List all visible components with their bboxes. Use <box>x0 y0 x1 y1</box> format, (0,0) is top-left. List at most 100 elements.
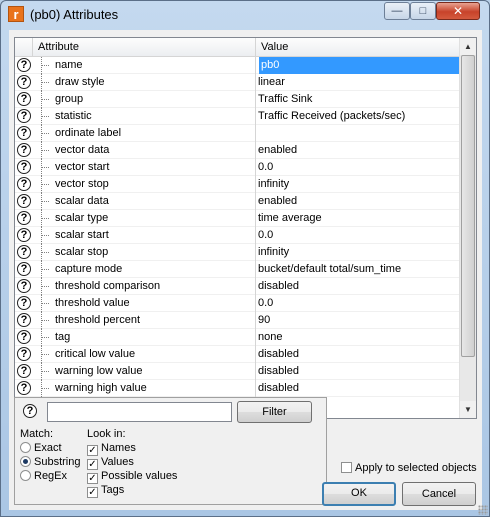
attribute-value[interactable]: time average <box>256 210 460 227</box>
attribute-value[interactable]: disabled <box>256 380 460 397</box>
help-icon[interactable]: ? <box>17 177 31 191</box>
table-row[interactable]: ? vector data enabled <box>15 142 460 159</box>
attributes-dialog: r (pb0) Attributes — □ ✕ Attribute Value… <box>0 0 490 517</box>
scroll-down-arrow[interactable]: ▼ <box>460 401 476 418</box>
help-icon[interactable]: ? <box>17 126 31 140</box>
attribute-value[interactable]: enabled <box>256 142 460 159</box>
filter-button[interactable]: Filter <box>237 401 312 423</box>
help-icon[interactable]: ? <box>17 194 31 208</box>
attribute-cell: scalar stop <box>33 244 256 261</box>
attribute-value[interactable]: infinity <box>256 244 460 261</box>
help-icon[interactable]: ? <box>17 262 31 276</box>
table-row[interactable]: ? capture mode bucket/default total/sum_ti… <box>15 261 460 278</box>
search-input[interactable] <box>47 402 232 422</box>
table-row[interactable]: ? vector stop infinity <box>15 176 460 193</box>
attribute-value[interactable]: none <box>256 329 460 346</box>
check-mark-icon: ✓ <box>87 473 98 484</box>
table-row[interactable]: ? scalar data enabled <box>15 193 460 210</box>
search-help-icon[interactable]: ? <box>23 404 37 418</box>
help-icon[interactable]: ? <box>17 279 31 293</box>
table-row[interactable]: ? draw style linear <box>15 74 460 91</box>
help-icon[interactable]: ? <box>17 143 31 157</box>
help-icon[interactable]: ? <box>17 228 31 242</box>
attribute-name: threshold comparison <box>55 280 161 292</box>
attribute-name: tag <box>55 331 71 343</box>
table-row[interactable]: ? scalar type time average <box>15 210 460 227</box>
match-exact-radio[interactable]: Exact <box>20 442 62 456</box>
table-row[interactable]: ? vector start 0.0 <box>15 159 460 176</box>
help-icon[interactable]: ? <box>17 313 31 327</box>
help-icon[interactable]: ? <box>17 160 31 174</box>
attribute-value[interactable]: 0.0 <box>256 159 460 176</box>
table-row[interactable]: ? name pb0 <box>15 57 460 74</box>
help-icon[interactable]: ? <box>17 245 31 259</box>
table-row[interactable]: ? critical low value disabled <box>15 346 460 363</box>
lookin-values-checkbox[interactable]: ✓ Values <box>87 456 134 470</box>
attribute-value[interactable]: Traffic Sink <box>256 91 460 108</box>
attribute-cell: tag <box>33 329 256 346</box>
attribute-value[interactable] <box>256 125 460 142</box>
close-button[interactable]: ✕ <box>436 2 480 20</box>
attribute-value[interactable]: infinity <box>256 176 460 193</box>
apply-to-selected-checkbox[interactable]: Apply to selected objects <box>341 462 477 476</box>
table-row[interactable]: ? threshold comparison disabled <box>15 278 460 295</box>
help-icon[interactable]: ? <box>17 92 31 106</box>
scroll-up-arrow[interactable]: ▲ <box>460 38 476 55</box>
help-icon[interactable]: ? <box>17 296 31 310</box>
attribute-value[interactable]: disabled <box>256 363 460 380</box>
resize-grip[interactable] <box>478 505 488 515</box>
cancel-button[interactable]: Cancel <box>402 482 476 506</box>
lookin-tags-checkbox[interactable]: ✓ Tags <box>87 484 124 498</box>
table-row[interactable]: ? warning low value disabled <box>15 363 460 380</box>
attribute-value[interactable]: linear <box>256 74 460 91</box>
attribute-value[interactable]: disabled <box>256 278 460 295</box>
help-icon[interactable]: ? <box>17 347 31 361</box>
match-regex-radio[interactable]: RegEx <box>20 470 67 484</box>
help-icon[interactable]: ? <box>17 330 31 344</box>
help-icon[interactable]: ? <box>17 58 31 72</box>
help-icon[interactable]: ? <box>17 211 31 225</box>
lookin-names-checkbox[interactable]: ✓ Names <box>87 442 136 456</box>
table-row[interactable]: ? group Traffic Sink <box>15 91 460 108</box>
help-icon[interactable]: ? <box>17 381 31 395</box>
tree-line <box>41 159 55 176</box>
filter-button-label: Filter <box>262 406 287 418</box>
vertical-scrollbar[interactable]: ▲ ▼ <box>459 38 476 418</box>
lookin-possible-values-label: Possible values <box>101 470 178 482</box>
maximize-button[interactable]: □ <box>410 2 436 20</box>
attribute-cell: vector start <box>33 159 256 176</box>
attribute-value[interactable]: bucket/default total/sum_time <box>256 261 460 278</box>
attribute-name: name <box>55 59 83 71</box>
header-corner <box>15 38 33 57</box>
help-icon[interactable]: ? <box>17 75 31 89</box>
attribute-cell: group <box>33 91 256 108</box>
table-row[interactable]: ? scalar start 0.0 <box>15 227 460 244</box>
match-substring-radio[interactable]: Substring <box>20 456 80 470</box>
attribute-value[interactable]: 0.0 <box>256 227 460 244</box>
table-row[interactable]: ? threshold percent 90 <box>15 312 460 329</box>
attribute-value[interactable]: pb0 <box>259 57 459 74</box>
attribute-value[interactable]: Traffic Received (packets/sec) <box>256 108 460 125</box>
ok-button[interactable]: OK <box>322 482 396 506</box>
attribute-value[interactable]: 0.0 <box>256 295 460 312</box>
window-title: (pb0) Attributes <box>30 7 119 22</box>
scroll-thumb[interactable] <box>461 55 475 357</box>
attribute-value[interactable]: 90 <box>256 312 460 329</box>
attribute-column-header[interactable]: Attribute <box>33 38 256 57</box>
search-panel: ? Filter Match: Exact Substring RegEx Lo… <box>14 397 327 505</box>
help-icon[interactable]: ? <box>17 109 31 123</box>
apply-to-selected-label: Apply to selected objects <box>355 462 477 474</box>
table-row[interactable]: ? warning high value disabled <box>15 380 460 397</box>
lookin-possible-values-checkbox[interactable]: ✓ Possible values <box>87 470 177 484</box>
table-row[interactable]: ? statistic Traffic Received (packets/sec) <box>15 108 460 125</box>
attribute-value[interactable]: enabled <box>256 193 460 210</box>
attribute-value[interactable]: disabled <box>256 346 460 363</box>
table-row[interactable]: ? ordinate label <box>15 125 460 142</box>
table-row[interactable]: ? scalar stop infinity <box>15 244 460 261</box>
table-row[interactable]: ? tag none <box>15 329 460 346</box>
help-icon[interactable]: ? <box>17 364 31 378</box>
minimize-button[interactable]: — <box>384 2 410 20</box>
table-row[interactable]: ? threshold value 0.0 <box>15 295 460 312</box>
title-bar[interactable]: r (pb0) Attributes — □ ✕ <box>1 1 489 29</box>
value-column-header[interactable]: Value <box>256 38 460 57</box>
